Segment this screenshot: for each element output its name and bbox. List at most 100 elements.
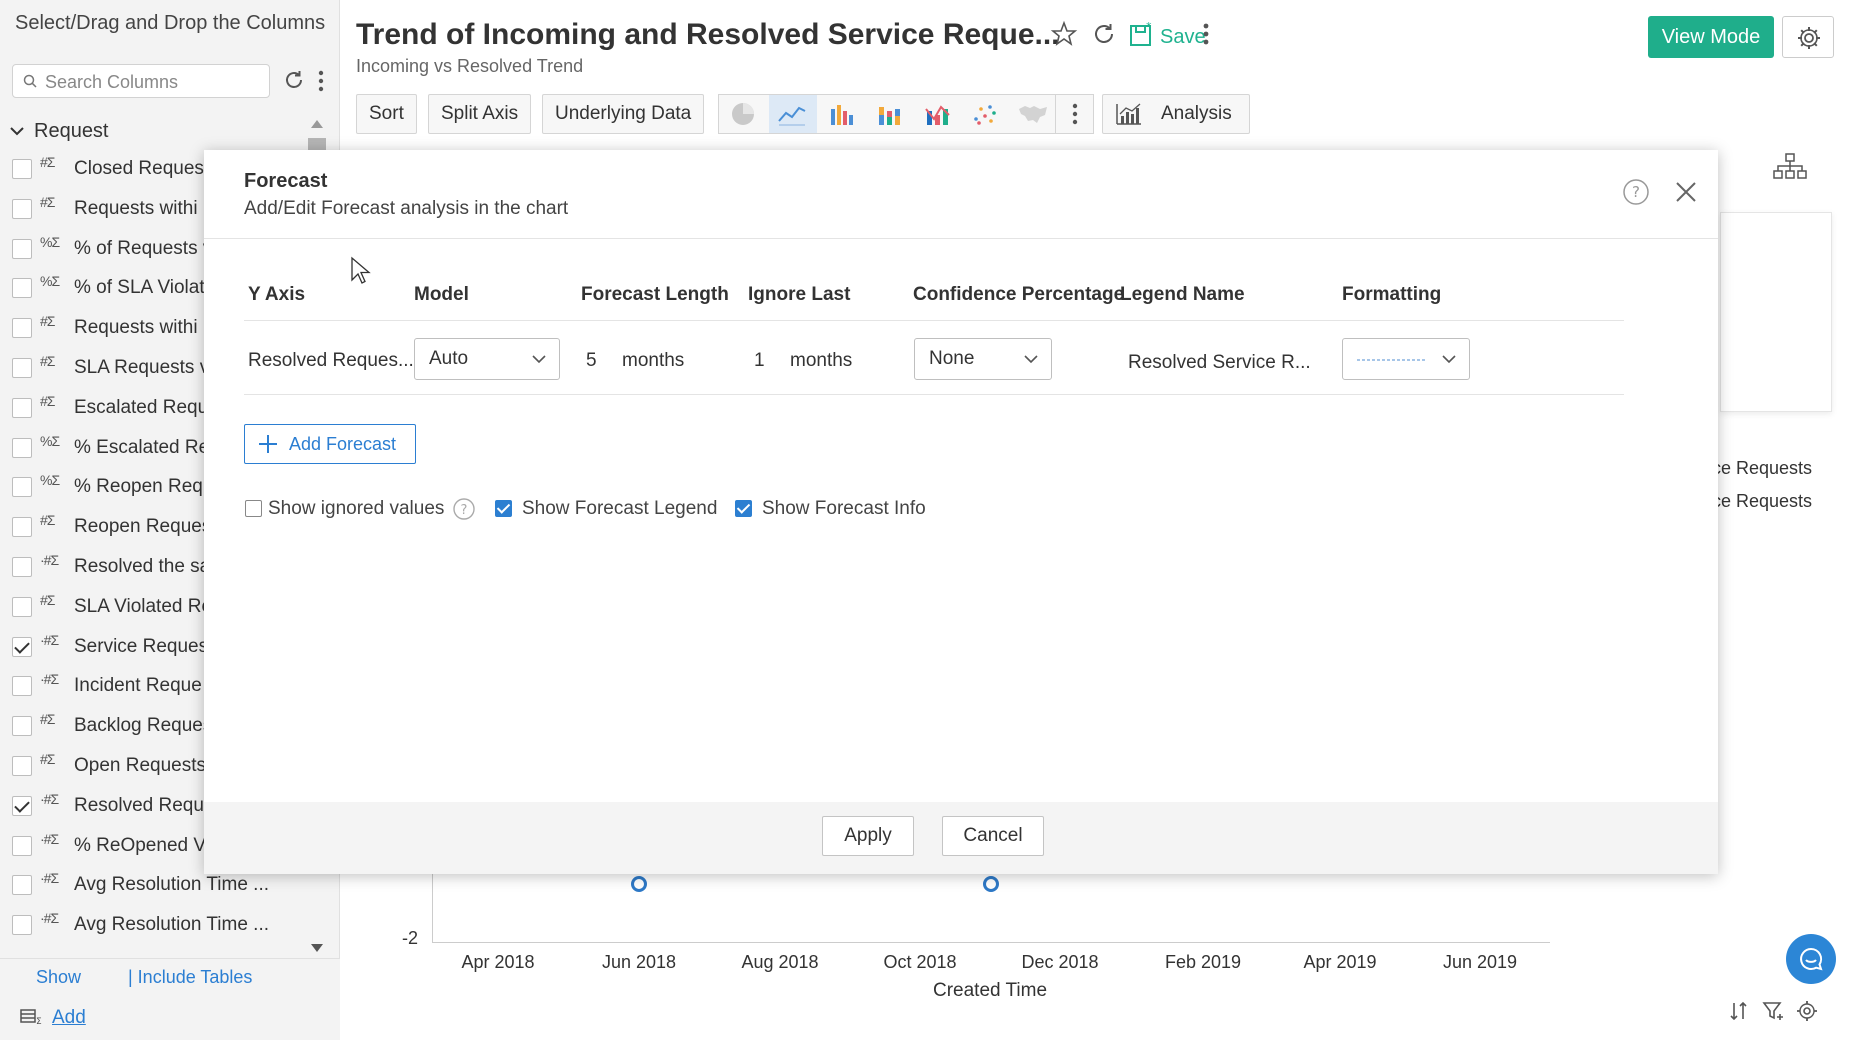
save-icon[interactable]: * [1128, 20, 1156, 48]
search-input[interactable]: Search Columns [12, 64, 270, 98]
more-options-icon[interactable] [1200, 20, 1212, 48]
column-checkbox[interactable] [12, 437, 32, 458]
column-name: Requests withi [74, 197, 198, 219]
column-checkbox[interactable] [12, 159, 32, 179]
close-icon[interactable] [1674, 180, 1698, 204]
sort-icon[interactable] [1728, 1000, 1750, 1022]
x-tick-label: Jun 2018 [601, 952, 677, 972]
legend-item-2[interactable]: ce Requests [1712, 491, 1812, 512]
hierarchy-icon[interactable] [1772, 152, 1808, 180]
column-name: % Reopen Requ [74, 476, 214, 498]
column-name: Resolved the sa [74, 556, 211, 577]
gear-icon [1798, 27, 1820, 49]
sort-button[interactable]: Sort [356, 94, 417, 134]
ignore-last-input[interactable]: 1 [754, 350, 765, 372]
line-chart-icon[interactable] [769, 95, 817, 133]
column-header-ignore-last: Ignore Last [748, 284, 851, 305]
scatter-chart-icon[interactable] [961, 95, 1009, 133]
gear-icon[interactable] [1796, 1000, 1818, 1022]
underlying-data-button[interactable]: Underlying Data [542, 94, 705, 134]
column-list-item[interactable]: ·#Σ Avg Resolution Time ... [12, 908, 302, 944]
show-link[interactable]: Show [36, 967, 81, 988]
legend-name-input[interactable]: Resolved Service R... [1128, 352, 1311, 374]
apply-button[interactable]: Apply [822, 816, 914, 856]
model-select[interactable]: Auto [414, 338, 560, 380]
column-checkbox[interactable] [12, 676, 32, 697]
column-checkbox[interactable] [12, 835, 32, 856]
chart-data-point[interactable] [631, 876, 647, 892]
column-type-icon: #Σ [40, 313, 55, 330]
scroll-up-icon[interactable] [311, 120, 323, 128]
column-checkbox[interactable] [12, 636, 32, 657]
x-tick-label: Feb 2019 [1164, 952, 1242, 972]
column-type-icon: #Σ [40, 353, 55, 369]
filter-icon[interactable] [1762, 1000, 1784, 1022]
column-checkbox[interactable] [12, 358, 32, 378]
formatting-select[interactable] [1342, 338, 1470, 380]
help-icon[interactable]: ? [452, 497, 476, 521]
add-forecast-button[interactable]: Add Forecast [244, 424, 416, 464]
chart-data-point[interactable] [983, 876, 999, 892]
help-icon[interactable]: ? [1622, 178, 1650, 206]
add-link[interactable]: Add [52, 1007, 86, 1029]
column-checkbox[interactable] [12, 915, 32, 936]
column-checkbox[interactable] [12, 318, 32, 339]
column-checkbox[interactable] [12, 397, 32, 418]
save-button[interactable]: Save [1160, 26, 1206, 49]
column-checkbox[interactable] [12, 795, 32, 816]
column-name: Open Requests [74, 755, 207, 776]
column-checkbox[interactable] [12, 477, 32, 498]
model-value: Auto [429, 348, 469, 369]
chart-side-panel [1720, 212, 1832, 412]
more-chart-types-icon[interactable] [1055, 95, 1093, 133]
column-checkbox[interactable] [12, 238, 32, 259]
legend-item-1[interactable]: ce Requests [1712, 458, 1812, 479]
bar-chart-icon[interactable] [817, 95, 865, 133]
column-checkbox[interactable] [12, 716, 32, 737]
column-checkbox[interactable] [12, 198, 32, 219]
x-tick-label: Apr 2019 [1303, 952, 1377, 972]
chat-button[interactable] [1786, 934, 1836, 984]
show-forecast-info-checkbox[interactable] [735, 500, 752, 517]
forecast-length-input[interactable]: 5 [586, 350, 597, 372]
svg-text:?: ? [461, 503, 468, 518]
svg-text:?: ? [1632, 183, 1640, 201]
column-checkbox[interactable] [12, 596, 32, 617]
column-type-icon: %Σ [40, 472, 60, 489]
ignore-last-unit: months [790, 350, 853, 371]
column-type-icon: ·#Σ [40, 671, 59, 688]
column-checkbox[interactable] [12, 517, 32, 538]
refresh-icon[interactable] [282, 68, 306, 92]
split-axis-button[interactable]: Split Axis [428, 94, 532, 134]
stacked-bar-icon[interactable] [865, 95, 913, 133]
column-checkbox[interactable] [12, 557, 32, 577]
column-checkbox[interactable] [12, 875, 32, 896]
include-tables-link[interactable]: | Include Tables [128, 967, 252, 988]
pie-chart-icon[interactable] [719, 95, 767, 133]
star-icon[interactable] [1050, 20, 1078, 48]
column-checkbox[interactable] [12, 756, 32, 776]
column-name: Backlog Reques [74, 715, 213, 737]
view-mode-button[interactable]: View Mode [1648, 16, 1774, 58]
column-type-icon: %Σ [40, 273, 60, 290]
combo-chart-icon[interactable] [913, 95, 961, 133]
show-forecast-legend-checkbox[interactable] [495, 500, 512, 517]
dialog-subtitle: Add/Edit Forecast analysis in the chart [244, 198, 569, 219]
chevron-down-icon [10, 127, 24, 136]
refresh-icon[interactable] [1090, 20, 1118, 48]
column-type-icon: %Σ [40, 233, 60, 250]
more-options-icon[interactable] [316, 68, 326, 94]
show-ignored-checkbox[interactable] [245, 500, 262, 517]
column-name: % ReOpened Vs [74, 834, 216, 856]
analysis-label: Analysis [1161, 103, 1232, 124]
scroll-down-icon[interactable] [311, 944, 323, 952]
column-header-y-axis: Y Axis [248, 284, 306, 305]
y-tick: -2 [402, 928, 419, 948]
column-checkbox[interactable] [12, 278, 32, 299]
map-chart-icon[interactable] [1009, 95, 1057, 133]
cancel-button[interactable]: Cancel [942, 816, 1044, 856]
analysis-button[interactable]: Analysis [1102, 94, 1250, 134]
confidence-select[interactable]: None [914, 338, 1052, 380]
column-name: Resolved Reque [74, 794, 215, 816]
settings-button[interactable] [1782, 16, 1834, 58]
